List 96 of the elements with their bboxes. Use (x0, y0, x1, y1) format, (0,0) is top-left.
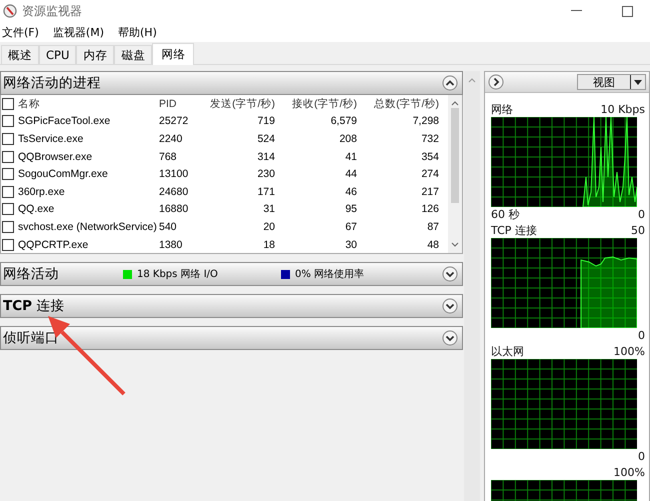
table-cell: 67 (345, 220, 357, 233)
window-title: 资源监视器 (22, 2, 83, 20)
legend-label: 18 Kbps 网络 I/O (137, 268, 218, 282)
table-cell: 87 (427, 220, 439, 233)
graph-min-value: 0 (638, 450, 645, 462)
table-cell: 95 (345, 203, 357, 216)
table-cell: 44 (345, 168, 357, 180)
table-cell-text: 24680 (159, 186, 190, 198)
section-title: 网络活动 (3, 265, 60, 284)
table-cell-text: 1380 (159, 238, 184, 251)
collapse-button[interactable] (442, 75, 458, 91)
legend-label: 0% 网络使用率 (295, 268, 364, 282)
scroll-down-icon[interactable] (451, 242, 459, 248)
table-cell: 171 (257, 186, 275, 198)
scroll-up-icon[interactable] (451, 100, 459, 106)
process-name: SGPicFaceTool.exe (18, 115, 110, 128)
table-cell: 20 (263, 220, 275, 233)
scrollbar[interactable] (448, 95, 462, 254)
checkbox[interactable] (2, 168, 14, 180)
checkbox[interactable] (2, 132, 14, 145)
table-cell: 354 (421, 150, 439, 163)
expand-button[interactable] (442, 266, 458, 282)
table-cell: 41 (345, 150, 357, 163)
graph-max-value: 10 Kbps (600, 102, 645, 116)
table-cell-text: 25272 (159, 115, 190, 128)
checkbox[interactable] (2, 220, 14, 233)
expand-panel-button[interactable] (488, 74, 504, 90)
app-icon (3, 4, 17, 18)
process-name: 360rp.exe (18, 186, 65, 198)
table-cell: 46 (345, 186, 357, 198)
table-cell-text: 16880 (159, 203, 190, 216)
process-name: QQ.exe (18, 203, 54, 216)
table-cell: 31 (263, 203, 275, 216)
graph-min-value: 0 (638, 208, 645, 220)
process-name: svchost.exe (NetworkService) (18, 220, 157, 233)
table-cell: 274 (421, 168, 439, 180)
column-header[interactable]: PID (159, 98, 205, 110)
checkbox[interactable] (2, 186, 14, 198)
table-cell-text: 540 (159, 220, 178, 233)
view-dropdown[interactable]: 视图 (577, 74, 646, 90)
graph-min-value: 0 (638, 328, 645, 342)
graph-max-value: 100% (614, 344, 645, 358)
process-name: QQPCRTP.exe (18, 238, 88, 251)
column-header[interactable]: 接收(字节/秒) (292, 96, 357, 111)
minimize-icon[interactable] (570, 10, 582, 12)
table-cell-text: 768 (159, 150, 178, 163)
tab[interactable]: 内存 (76, 45, 114, 64)
column-header[interactable]: 发送(字节/秒) (210, 96, 275, 111)
tab[interactable]: 网络 (152, 43, 194, 65)
section-title: 网络活动的进程 (3, 74, 101, 92)
graph-title: 网络 (491, 102, 513, 116)
graph-max-value: 50 (631, 224, 645, 236)
checkbox[interactable] (2, 115, 14, 128)
section-header[interactable]: 网络活动的进程 (0, 71, 463, 95)
table-cell: 314 (257, 150, 275, 163)
table-cell-text: 2240 (159, 132, 184, 145)
expand-button[interactable] (442, 298, 458, 314)
section-title: TCP 连接 (3, 297, 66, 316)
menu-item[interactable]: 监视器(M) (52, 24, 104, 40)
process-name: QQBrowser.exe (18, 150, 92, 163)
expand-button[interactable] (442, 330, 458, 346)
checkbox[interactable] (2, 150, 14, 163)
table-cell: 30 (345, 238, 357, 251)
table-cell: 126 (421, 203, 439, 216)
table-cell: 6,579 (330, 115, 357, 128)
graph-title: 以太网 (491, 344, 524, 358)
table-cell: 524 (257, 132, 275, 145)
maximize-icon[interactable] (622, 6, 632, 16)
table-cell: 48 (427, 238, 439, 251)
table-cell: 208 (339, 132, 357, 145)
table-cell: 18 (263, 238, 275, 251)
table-cell: 7,298 (412, 115, 439, 128)
table-cell: 719 (257, 115, 275, 128)
menu-item[interactable]: 文件(F) (2, 24, 39, 40)
table-cell: 230 (257, 168, 275, 180)
menu-item[interactable]: 帮助(H) (118, 24, 157, 40)
tab[interactable]: 概述 (1, 45, 39, 64)
process-name: TsService.exe (18, 132, 84, 145)
graph-title: TCP 连接 (491, 222, 537, 238)
graph-max-value: 100% (614, 466, 645, 478)
checkbox[interactable] (2, 238, 14, 251)
section-header[interactable]: 网络活动 18 Kbps 网络 I/O 0% 网络使用率 (0, 262, 463, 286)
tab[interactable]: 磁盘 (114, 45, 152, 64)
dropdown-arrow-icon (634, 80, 642, 84)
column-header[interactable]: 总数(字节/秒) (374, 96, 439, 111)
process-name: SogouComMgr.exe (18, 168, 108, 180)
tab[interactable]: CPU (39, 45, 76, 64)
checkbox[interactable] (2, 98, 14, 110)
scrollbar[interactable] (464, 71, 480, 501)
checkbox[interactable] (2, 203, 14, 216)
section-header[interactable]: TCP 连接 (0, 294, 463, 318)
time-span-label: 60 秒 (491, 206, 520, 222)
table-cell-text: 13100 (159, 168, 190, 180)
column-header[interactable]: 名称 (18, 96, 40, 111)
table-cell: 217 (421, 186, 439, 198)
table-cell: 732 (421, 132, 439, 145)
